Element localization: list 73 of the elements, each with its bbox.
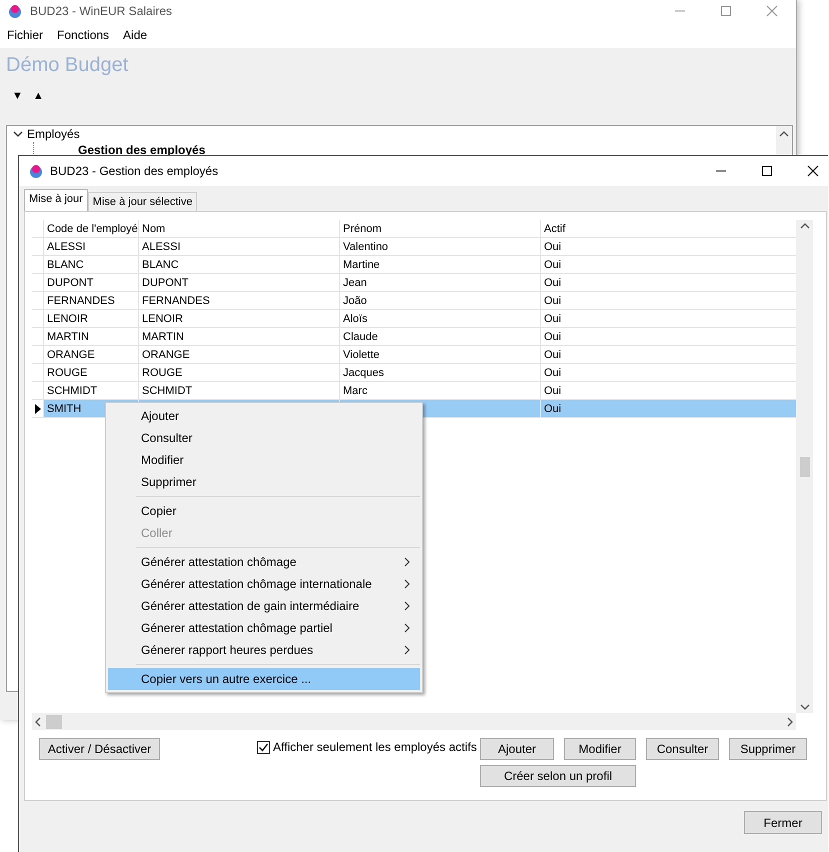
table-cell: Jean: [340, 274, 541, 292]
table-cell: ALESSI: [44, 238, 139, 256]
chevron-right-icon: [404, 645, 410, 655]
action-button[interactable]: Créer selon un profil: [480, 765, 636, 787]
table-cell: Aloïs: [340, 310, 541, 328]
row-pointer-icon: [34, 404, 40, 414]
table-cell: BLANC: [44, 256, 139, 274]
app-icon: [29, 164, 43, 178]
table-cell: João: [340, 292, 541, 310]
tree-item[interactable]: Employés: [27, 127, 80, 141]
sort-button[interactable]: ▼: [12, 90, 23, 114]
menu-item[interactable]: Aide: [123, 28, 148, 42]
table-cell: DUPONT: [139, 274, 340, 292]
table-cell: Martine: [340, 256, 541, 274]
table-cell: ORANGE: [139, 346, 340, 364]
table-cell: DUPONT: [44, 274, 139, 292]
menu-item[interactable]: Fonctions: [57, 28, 110, 42]
menu-item[interactable]: Générer attestation de gain intermédiaire: [108, 595, 420, 617]
app-icon: [8, 4, 22, 18]
window-title: BUD23 - WinEUR Salaires: [30, 4, 174, 18]
table-cell: ROUGE: [44, 364, 139, 382]
menu-item[interactable]: Générer attestation chômage: [108, 551, 420, 573]
menu-item[interactable]: Générer attestation chômage internationale: [108, 573, 420, 595]
chevron-right-icon: [404, 579, 410, 589]
table-cell: LENOIR: [139, 310, 340, 328]
chevron-right-icon: [404, 557, 410, 567]
table-cell: ORANGE: [44, 346, 139, 364]
action-button[interactable]: Ajouter: [480, 738, 554, 760]
table-cell: Oui: [541, 400, 797, 418]
check-icon: [258, 742, 269, 752]
table-cell: Jacques: [340, 364, 541, 382]
menu-item[interactable]: Copier vers un autre exercice ...: [108, 668, 420, 690]
checkbox[interactable]: [257, 740, 270, 754]
table-cell: ROUGE: [139, 364, 340, 382]
column-header[interactable]: Prénom: [340, 220, 541, 238]
window-title: BUD23 - Gestion des employés: [50, 164, 220, 178]
action-button[interactable]: Modifier: [564, 738, 636, 760]
app-heading: Démo Budget: [5, 53, 130, 78]
table-cell: MARTIN: [44, 328, 139, 346]
table-cell: FERNANDES: [139, 292, 340, 310]
close-button[interactable]: Fermer: [744, 811, 822, 834]
scroll-thumb[interactable]: [800, 456, 810, 476]
table-cell: ALESSI: [139, 238, 340, 256]
table-cell: BLANC: [139, 256, 340, 274]
menu-item[interactable]: Modifier: [108, 449, 420, 471]
menu-item[interactable]: Supprimer: [108, 471, 420, 493]
table-cell: Valentino: [340, 238, 541, 256]
scroll-thumb[interactable]: [46, 714, 62, 728]
tree-item[interactable]: Gestion des employés: [78, 143, 206, 157]
tab[interactable]: Mise à jour sélective: [88, 192, 198, 211]
menu-item[interactable]: Génerer attestation chômage partiel: [108, 617, 420, 639]
tab[interactable]: Mise à jour: [24, 189, 88, 211]
menu-item[interactable]: Copier: [108, 500, 420, 522]
sort-button[interactable]: ▲: [32, 90, 44, 114]
chevron-right-icon: [404, 601, 410, 611]
action-button[interactable]: Consulter: [646, 738, 719, 760]
menu-item[interactable]: Consulter: [108, 427, 420, 449]
menu-item[interactable]: Génerer rapport heures perdues: [108, 639, 420, 661]
table-cell: Claude: [340, 328, 541, 346]
checkbox-label[interactable]: Afficher seulement les employés actifs: [273, 740, 477, 754]
table-cell: Violette: [340, 346, 541, 364]
close-icon[interactable]: [807, 165, 819, 177]
table-cell: FERNANDES: [44, 292, 139, 310]
maximize-icon[interactable]: [761, 165, 773, 177]
column-header[interactable]: Code de l'employé: [44, 220, 139, 238]
column-header[interactable]: Nom: [139, 220, 340, 238]
chevron-down-icon[interactable]: [13, 129, 23, 139]
action-button[interactable]: Supprimer: [729, 738, 807, 760]
menu-item[interactable]: Fichier: [7, 28, 44, 42]
table-cell: MARTIN: [139, 328, 340, 346]
toggle-button[interactable]: Activer / Désactiver: [39, 738, 160, 760]
table-cell: LENOIR: [44, 310, 139, 328]
chevron-right-icon: [404, 623, 410, 633]
